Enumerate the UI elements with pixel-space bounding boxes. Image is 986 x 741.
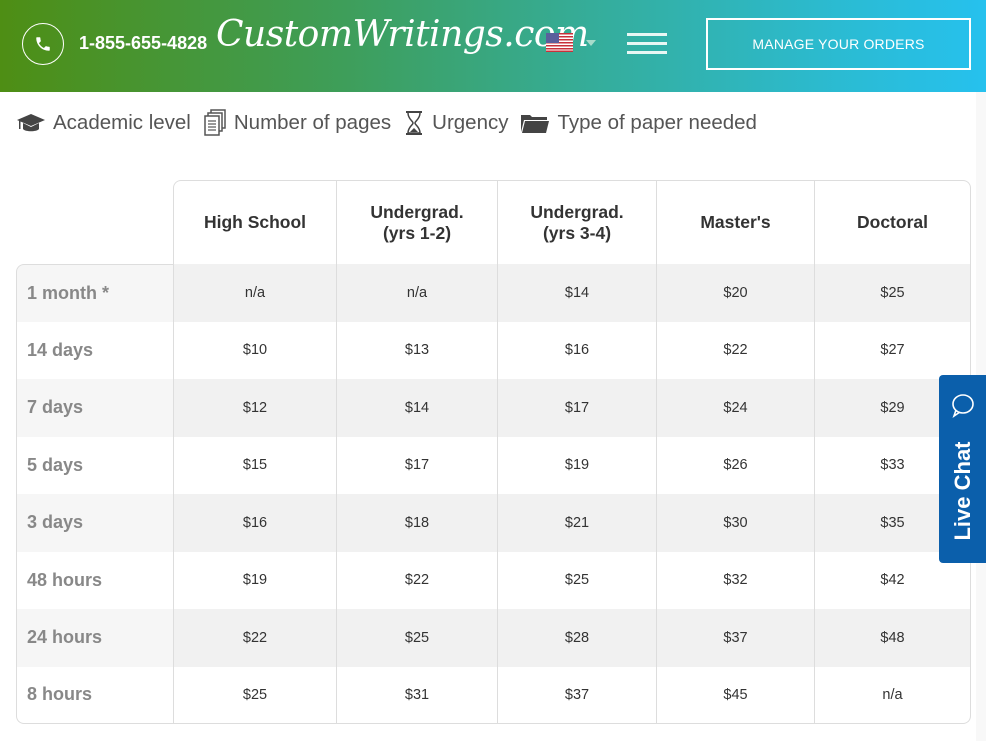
language-dropdown-caret-icon[interactable] <box>586 40 596 46</box>
price-cell: $15 <box>173 436 336 494</box>
row-label: 3 days <box>16 494 173 552</box>
live-chat-button[interactable]: Live Chat <box>939 375 986 563</box>
table-row: 3 days $16 $18 $21 $30 $35 <box>16 494 971 552</box>
price-cell: $27 <box>814 321 971 379</box>
price-cell: $20 <box>656 264 814 322</box>
row-label: 5 days <box>16 436 173 494</box>
price-cell: n/a <box>814 666 971 724</box>
table-corner <box>16 180 173 264</box>
price-cell: $45 <box>656 666 814 724</box>
filter-number-of-pages[interactable]: Number of pages <box>203 109 391 137</box>
price-cell: $28 <box>497 609 656 667</box>
phone-number-link[interactable]: 1-855-655-4828 <box>79 33 207 54</box>
table-row: 1 month * n/a n/a $14 $20 $25 <box>16 264 971 322</box>
filter-label: Number of pages <box>233 111 392 134</box>
price-cell: n/a <box>173 264 336 322</box>
hourglass-icon <box>406 111 423 135</box>
table-row: 5 days $15 $17 $19 $26 $33 <box>16 436 971 494</box>
row-label: 48 hours <box>16 551 173 609</box>
price-cell: $25 <box>814 264 971 322</box>
price-cell: $25 <box>336 609 497 667</box>
filter-academic-level[interactable]: Academic level <box>16 111 191 135</box>
table-row: 8 hours $25 $31 $37 $45 n/a <box>16 666 971 724</box>
price-cell: $22 <box>656 321 814 379</box>
us-flag-icon[interactable] <box>546 33 573 52</box>
price-cell: $26 <box>656 436 814 494</box>
folder-icon <box>521 115 550 133</box>
graduation-cap-icon <box>17 114 45 132</box>
filter-bar: Academic level Number of pages Urgency T… <box>16 108 769 138</box>
price-table: High School Undergrad. (yrs 1-2) Undergra… <box>16 180 971 724</box>
table-row: 7 days $12 $14 $17 $24 $29 <box>16 379 971 437</box>
phone-icon <box>36 37 50 51</box>
table-header-row: High School Undergrad. (yrs 1-2) Undergra… <box>16 180 971 264</box>
price-cell: $32 <box>656 551 814 609</box>
price-cell: $10 <box>173 321 336 379</box>
price-cell: $16 <box>497 321 656 379</box>
price-cell: $48 <box>814 609 971 667</box>
price-cell: $37 <box>656 609 814 667</box>
filter-label: Urgency <box>432 111 509 134</box>
table-row: 14 days $10 $13 $16 $22 $27 <box>16 321 971 379</box>
price-cell: $17 <box>336 436 497 494</box>
column-header: Undergrad. (yrs 1-2) <box>336 180 497 264</box>
price-cell: $22 <box>336 551 497 609</box>
chat-bubble-icon <box>952 394 974 418</box>
table-row: 24 hours $22 $25 $28 $37 $48 <box>16 609 971 667</box>
live-chat-label: Live Chat <box>949 441 975 541</box>
hamburger-menu-icon[interactable] <box>627 33 667 54</box>
row-label: 1 month * <box>16 264 173 322</box>
price-cell: $22 <box>173 609 336 667</box>
price-cell: $13 <box>336 321 497 379</box>
price-cell: $24 <box>656 379 814 437</box>
price-cell: $12 <box>173 379 336 437</box>
price-cell: $31 <box>336 666 497 724</box>
price-cell: $18 <box>336 494 497 552</box>
filter-label: Type of paper needed <box>557 111 757 134</box>
site-header: 1-855-655-4828 CustomWritings.com MANAGE… <box>0 0 986 92</box>
column-header: High School <box>173 180 336 264</box>
price-cell: $19 <box>497 436 656 494</box>
filter-type-of-paper[interactable]: Type of paper needed <box>520 111 757 135</box>
price-cell: $14 <box>497 264 656 322</box>
price-cell: $30 <box>656 494 814 552</box>
column-header: Master's <box>656 180 814 264</box>
price-cell: $14 <box>336 379 497 437</box>
row-label: 8 hours <box>16 666 173 724</box>
filter-label: Academic level <box>53 111 191 134</box>
row-label: 14 days <box>16 321 173 379</box>
filter-urgency[interactable]: Urgency <box>403 110 508 136</box>
price-cell: $21 <box>497 494 656 552</box>
row-label: 7 days <box>16 379 173 437</box>
column-header: Undergrad. (yrs 3-4) <box>497 180 656 264</box>
documents-icon <box>204 109 226 136</box>
site-logo[interactable]: CustomWritings.com <box>216 14 589 55</box>
table-row: 48 hours $19 $22 $25 $32 $42 <box>16 551 971 609</box>
price-cell: $19 <box>173 551 336 609</box>
price-cell: n/a <box>336 264 497 322</box>
row-label: 24 hours <box>16 609 173 667</box>
phone-button[interactable] <box>22 23 64 65</box>
price-cell: $25 <box>497 551 656 609</box>
price-cell: $16 <box>173 494 336 552</box>
manage-orders-button[interactable]: MANAGE YOUR ORDERS <box>706 18 971 70</box>
column-header: Doctoral <box>814 180 971 264</box>
price-cell: $25 <box>173 666 336 724</box>
price-cell: $17 <box>497 379 656 437</box>
price-cell: $37 <box>497 666 656 724</box>
